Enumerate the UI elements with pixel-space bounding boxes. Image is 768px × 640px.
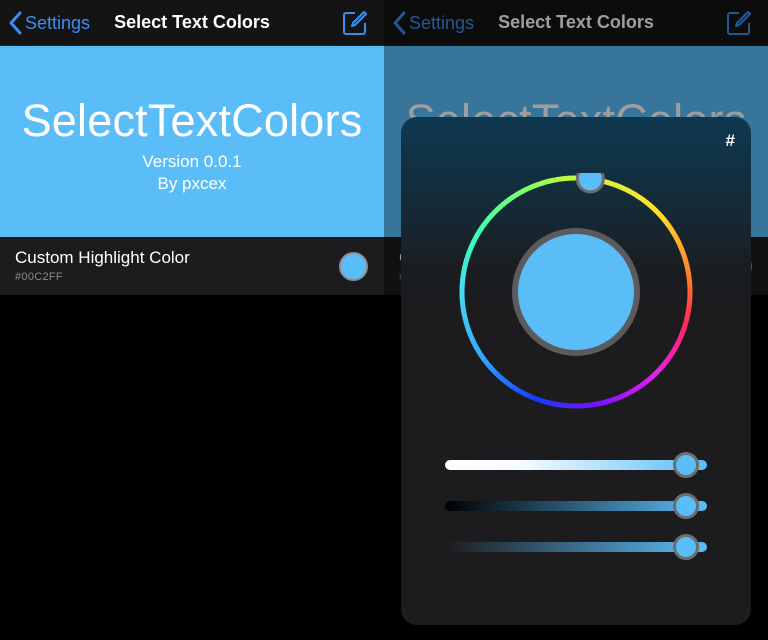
back-button[interactable]: Settings [8, 9, 90, 37]
back-button[interactable]: Settings [392, 9, 474, 37]
navigation-bar: Settings Select Text Colors [0, 0, 384, 46]
compose-icon[interactable] [726, 10, 752, 36]
alpha-thumb[interactable] [673, 534, 700, 560]
back-label: Settings [25, 12, 91, 33]
saturation-track [445, 460, 707, 470]
cell-title: Custom Highlight Color [15, 248, 190, 267]
brightness-track [445, 501, 707, 511]
saturation-slider[interactable] [445, 452, 707, 478]
alpha-track [445, 542, 707, 552]
picker-screen: Settings Select Text Colors SelectTextCo… [384, 0, 768, 640]
header-banner: SelectTextColors Version 0.0.1 By pxcex [0, 46, 384, 237]
cell-value: #00C2FF [15, 271, 63, 283]
brightness-slider[interactable] [445, 493, 707, 519]
chevron-left-icon [9, 11, 22, 35]
settings-screen: Settings Select Text Colors SelectTextCo… [0, 0, 384, 640]
hex-input-button[interactable]: # [726, 131, 735, 151]
highlight-color-cell[interactable]: Custom Highlight Color #00C2FF [0, 237, 384, 295]
brightness-thumb[interactable] [673, 493, 700, 519]
compose-icon[interactable] [342, 10, 368, 36]
banner-author: By pxcex [157, 174, 227, 193]
back-label: Settings [409, 12, 475, 33]
color-swatch[interactable] [339, 252, 368, 281]
color-picker-popup: # [401, 117, 751, 625]
banner-version: Version 0.0.1 [142, 152, 242, 171]
hue-thumb[interactable] [575, 173, 605, 194]
hue-wheel[interactable] [457, 173, 695, 411]
saturation-thumb[interactable] [673, 452, 700, 478]
banner-title: SelectTextColors [21, 95, 363, 146]
alpha-slider[interactable] [445, 534, 707, 560]
navigation-bar: Settings Select Text Colors [384, 0, 768, 46]
chevron-left-icon [393, 11, 406, 35]
color-preview [518, 234, 634, 350]
